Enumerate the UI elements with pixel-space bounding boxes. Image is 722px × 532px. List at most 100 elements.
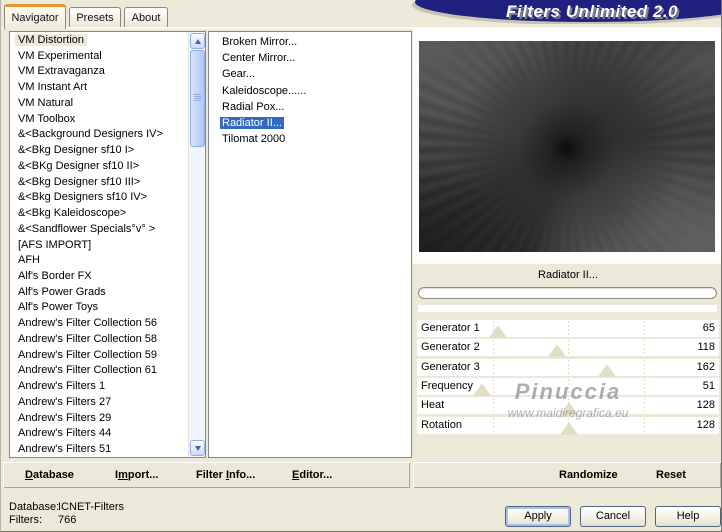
category-item[interactable]: Andrew's Filter Collection 61 [10,363,205,379]
category-listbox[interactable]: VM Distortion VM Experimental VM Extravaga… [9,31,206,458]
category-item[interactable]: [AFS IMPORT] [10,238,205,254]
slider-generator-1[interactable]: Generator 1 65 [417,320,719,337]
slider-thumb[interactable] [598,364,615,376]
category-item[interactable]: VM Extravaganza [10,64,205,80]
slider-rotation[interactable]: Rotation 128 [417,416,719,434]
selected-filter-title: Radiator II... [538,269,598,281]
category-item-label: &<Bkg Designers sf10 IV> [18,191,148,204]
slider-thumb[interactable] [549,345,566,357]
category-item[interactable]: Andrew's Filter Collection 59 [10,348,205,364]
category-item[interactable]: AFH [10,253,205,269]
category-item-label: &<BKg Designer sf10 II> [18,159,140,172]
category-item[interactable]: &<Bkg Kaleidoscope> [10,206,205,222]
tab-about[interactable]: About [124,7,168,28]
category-item-label: Andrew's Filters 1 [18,380,106,393]
filter-item[interactable]: Broken Mirror... [209,34,411,50]
tab-presets[interactable]: Presets [69,7,121,28]
scroll-up-button[interactable] [190,33,205,49]
category-item[interactable]: Alf's Border FX [10,269,205,285]
category-item[interactable]: Andrew's Filters 44 [10,426,205,442]
filter-item-label: Kaleidoscope...... [222,84,307,97]
filter-item-label: Tilomat 2000 [222,133,286,146]
status-filters-label: Filters: [9,514,42,526]
help-button[interactable]: Help [655,506,721,527]
preview-swirl-art [419,41,715,252]
filter-item[interactable]: Kaleidoscope...... [209,83,411,99]
slider-tick [643,340,645,356]
category-item[interactable]: Alf's Power Grads [10,285,205,301]
filter-listbox[interactable]: Broken Mirror... Center Mirror... Gear... K… [208,31,412,458]
toolbar-left: Database Import... Filter Info... Editor... [3,462,410,488]
slider-tick [492,378,494,394]
category-item[interactable]: Andrew's Filters 27 [10,395,205,411]
editor-button[interactable]: Editor... [292,462,332,488]
category-item[interactable]: &<Bkg Designer sf10 III> [10,175,205,191]
category-item[interactable]: &<Background Designers IV> [10,127,205,143]
apply-button[interactable]: Apply [505,506,571,527]
database-button[interactable]: Database [25,462,74,488]
slider-thumb[interactable] [489,326,506,337]
category-item[interactable]: VM Distortion [10,33,205,49]
category-item[interactable]: VM Natural [10,96,205,112]
slider-tick [568,378,569,394]
slider-tick [568,340,569,356]
category-item-label: &<Background Designers IV> [18,128,163,141]
import-button[interactable]: Import... [115,462,158,488]
slider-tick [643,321,645,336]
slider-thumb[interactable] [560,403,577,415]
category-item-label: VM Extravaganza [18,65,105,78]
title-banner: Filters Unlimited 2.0 [399,0,721,24]
category-item[interactable]: Andrew's Filters 29 [10,411,205,427]
randomize-button[interactable]: Randomize [559,462,618,488]
category-item-label: VM Natural [18,96,74,109]
category-item[interactable]: Andrew's Filters 51 [10,442,205,457]
category-item[interactable]: VM Experimental [10,49,205,65]
category-item-label: Andrew's Filter Collection 56 [18,317,158,330]
category-item[interactable]: &<Bkg Designer sf10 I> [10,143,205,159]
slider-thumb[interactable] [474,383,491,395]
category-item[interactable]: &<Bkg Designers sf10 IV> [10,190,205,206]
cancel-button[interactable]: Cancel [580,506,646,527]
category-scrollbar[interactable] [188,32,205,457]
filter-preview-image [419,41,715,252]
blank-strip [418,305,717,312]
filter-item[interactable]: Tilomat 2000 [209,131,411,147]
status-filters-value: 766 [58,514,77,526]
slider-tick [568,321,569,336]
slider-frequency[interactable]: Frequency 51 [417,377,719,395]
category-item[interactable]: Andrew's Filter Collection 56 [10,316,205,332]
slider-tick [568,359,569,375]
slider-label: Generator 3 [421,360,480,373]
category-item[interactable]: VM Toolbox [10,112,205,128]
category-item[interactable]: Alf's Power Toys [10,300,205,316]
category-item-label: Andrew's Filters 29 [18,411,112,424]
slider-heat[interactable]: Heat 128 [417,397,719,415]
filter-info-button[interactable]: Filter Info... [196,462,255,488]
scrollbar-thumb[interactable] [190,50,205,147]
slider-tick [643,417,645,433]
category-item[interactable]: Andrew's Filters 1 [10,379,205,395]
slider-generator-3[interactable]: Generator 3 162 [417,358,719,376]
slider-tick [643,398,645,414]
slider-label: Heat [421,399,445,412]
scroll-down-button[interactable] [190,440,205,456]
reset-button[interactable]: Reset [656,462,686,488]
category-item-label: AFH [18,254,40,267]
tab-navigator[interactable]: Navigator [4,4,66,29]
category-item[interactable]: &<Sandflower Specials°v° > [10,222,205,238]
scrollbar-grip [194,94,201,102]
slider-thumb[interactable] [560,422,577,434]
filter-item[interactable]: Center Mirror... [209,50,411,66]
category-item-label: &<Bkg Kaleidoscope> [18,207,127,220]
filter-item[interactable]: Radial Pox... [209,99,411,115]
category-item[interactable]: VM Instant Art [10,80,205,96]
category-item[interactable]: &<BKg Designer sf10 II> [10,159,205,175]
slider-generator-2[interactable]: Generator 2 118 [417,339,719,357]
chevron-down-icon [194,446,201,451]
category-item-label: Andrew's Filter Collection 58 [18,332,158,345]
category-item[interactable]: Andrew's Filter Collection 58 [10,332,205,348]
filter-item[interactable]: Gear... [209,66,411,82]
category-list: VM Distortion VM Experimental VM Extravaga… [10,32,205,457]
filter-item[interactable]: Radiator II... [209,115,411,131]
slider-value: 162 [696,360,715,373]
